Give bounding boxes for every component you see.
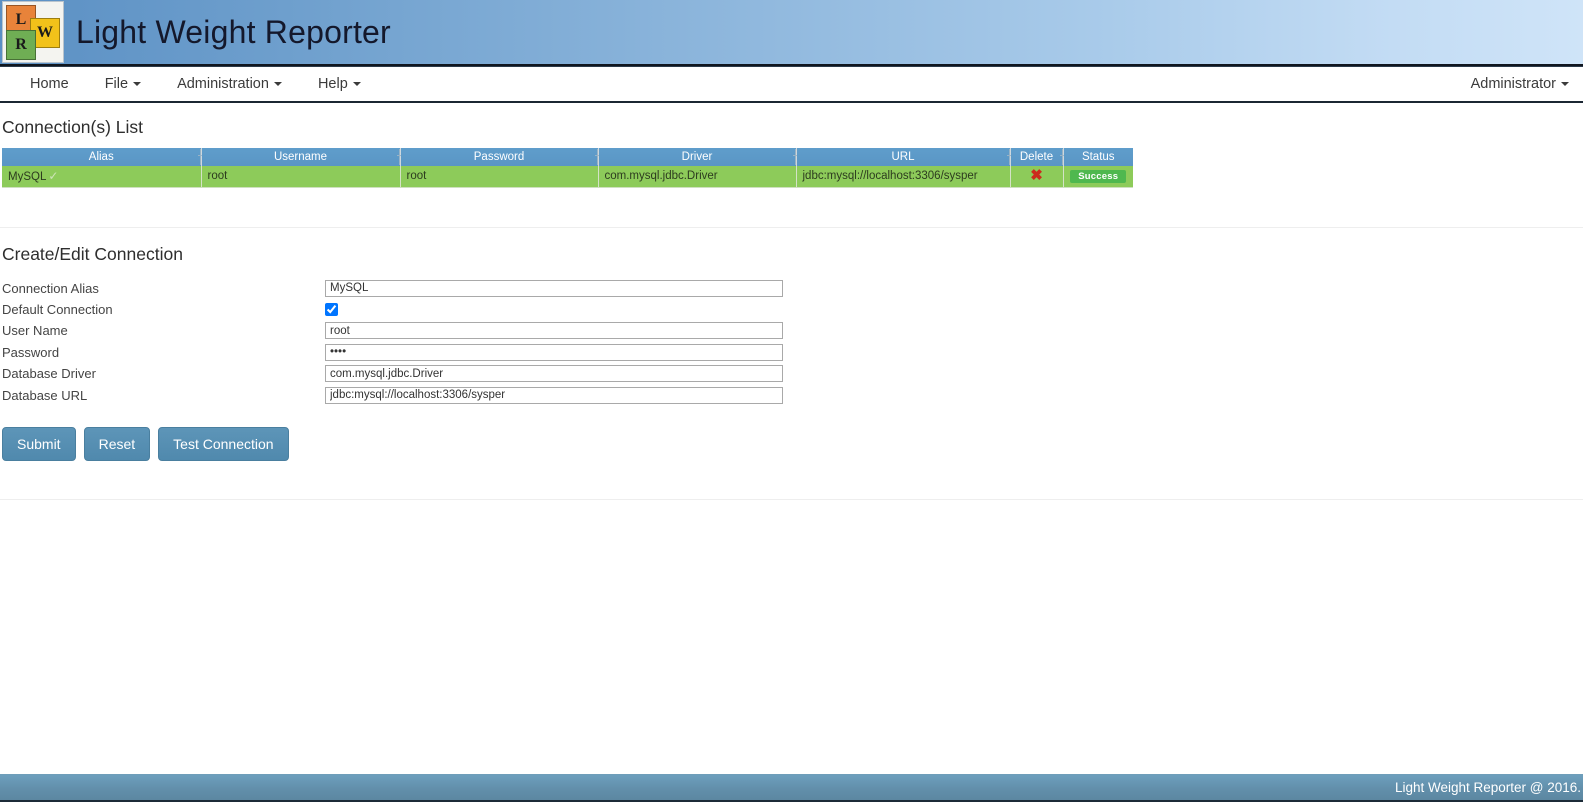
section-divider-top — [0, 226, 1583, 228]
database-url-input[interactable] — [325, 386, 783, 404]
nav-item-administrator-label: Administrator — [1470, 75, 1556, 92]
connections-table: Alias Username Password Driver URL Delet… — [2, 148, 1133, 188]
column-header-alias-label: Alias — [88, 151, 114, 163]
footer-copyright: Light Weight Reporter @ 2016. — [1394, 780, 1581, 795]
label-connection-alias: Connection Alias — [2, 280, 99, 296]
cell-alias-label: MySQL — [8, 171, 47, 184]
chevron-down-icon — [1561, 81, 1569, 86]
table-header-row: Alias Username Password Driver URL Delet… — [2, 148, 1133, 166]
label-default-connection: Default Connection — [2, 302, 113, 318]
reset-button[interactable]: Reset — [83, 426, 151, 461]
main-navbar: Home File Administration Help Administra… — [0, 66, 1583, 103]
column-header-delete[interactable]: Delete — [1010, 148, 1066, 166]
app-title: Light Weight Reporter — [76, 13, 391, 50]
navbar-left-group: Home File Administration Help — [12, 68, 379, 101]
create-edit-connection-title: Create/Edit Connection — [2, 243, 183, 264]
form-row-connection-alias: Connection Alias — [0, 278, 1583, 299]
cell-username: root — [201, 166, 401, 188]
label-database-driver: Database Driver — [2, 366, 96, 382]
status-badge: Success — [1070, 169, 1127, 183]
cell-password: root — [400, 166, 599, 188]
label-database-url: Database URL — [2, 387, 88, 403]
section-divider-bottom — [0, 498, 1583, 500]
column-header-password[interactable]: Password — [400, 148, 601, 166]
connection-alias-input[interactable] — [325, 279, 783, 297]
user-name-input[interactable] — [325, 322, 783, 340]
column-header-status-label: Status — [1081, 151, 1115, 163]
column-header-status[interactable]: Status — [1063, 148, 1133, 166]
cell-alias[interactable]: MySQL ✓ — [2, 166, 202, 188]
nav-item-administrator[interactable]: Administrator — [1453, 68, 1573, 101]
nav-item-file-label: File — [104, 75, 129, 92]
nav-item-home-label: Home — [30, 75, 69, 92]
cell-status: Success — [1063, 166, 1133, 188]
nav-item-home[interactable]: Home — [12, 68, 87, 101]
default-connection-checkbox[interactable] — [325, 303, 338, 317]
nav-item-help[interactable]: Help — [300, 68, 379, 101]
logo-tile-r-icon: R — [6, 30, 36, 60]
form-row-password: Password — [0, 342, 1583, 363]
cell-driver: com.mysql.jdbc.Driver — [598, 166, 797, 188]
app-logo: L W R — [2, 1, 64, 63]
chevron-down-icon — [133, 81, 142, 86]
page-content: Connection(s) List Alias Username Passwo… — [0, 117, 1583, 500]
form-row-database-driver: Database Driver — [0, 363, 1583, 384]
nav-item-administration-label: Administration — [177, 75, 269, 92]
chevron-down-icon — [352, 81, 361, 86]
delete-icon[interactable]: ✖ — [1030, 168, 1043, 183]
label-password: Password — [2, 344, 60, 360]
default-connection-check-icon: ✓ — [48, 169, 59, 184]
app-header: L W R Light Weight Reporter — [0, 0, 1583, 66]
column-header-url[interactable]: URL — [796, 148, 1013, 166]
table-row[interactable]: MySQL ✓ root root com.mysql.jdbc.Driver j… — [2, 166, 1133, 188]
nav-item-administration[interactable]: Administration — [159, 68, 300, 101]
nav-item-help-label: Help — [317, 75, 348, 92]
label-user-name: User Name — [2, 323, 68, 339]
connections-list-title: Connection(s) List — [2, 117, 144, 137]
column-header-username[interactable]: Username — [201, 148, 403, 166]
column-header-delete-label: Delete — [1019, 151, 1054, 163]
cell-delete[interactable]: ✖ — [1010, 166, 1064, 188]
page-footer: Light Weight Reporter @ 2016. — [0, 774, 1583, 802]
password-input[interactable] — [325, 343, 783, 361]
column-header-alias[interactable]: Alias — [2, 148, 204, 166]
test-connection-button[interactable]: Test Connection — [158, 426, 289, 461]
column-header-url-label: URL — [891, 151, 915, 163]
database-driver-input[interactable] — [325, 365, 783, 383]
form-button-row: Submit Reset Test Connection — [0, 426, 1583, 461]
column-header-password-label: Password — [473, 151, 525, 163]
navbar-right-group: Administrator — [1453, 68, 1573, 101]
form-row-user-name: User Name — [0, 320, 1583, 341]
connection-form: Connection Alias Default Connection User… — [0, 278, 1583, 461]
form-row-default-connection: Default Connection — [0, 299, 1583, 320]
column-header-driver[interactable]: Driver — [598, 148, 799, 166]
column-header-driver-label: Driver — [681, 151, 713, 163]
form-row-database-url: Database URL — [0, 384, 1583, 405]
submit-button[interactable]: Submit — [2, 426, 76, 461]
cell-url: jdbc:mysql://localhost:3306/sysper — [796, 166, 1011, 188]
chevron-down-icon — [273, 81, 282, 86]
nav-item-file[interactable]: File — [87, 68, 159, 101]
column-header-username-label: Username — [273, 151, 328, 163]
